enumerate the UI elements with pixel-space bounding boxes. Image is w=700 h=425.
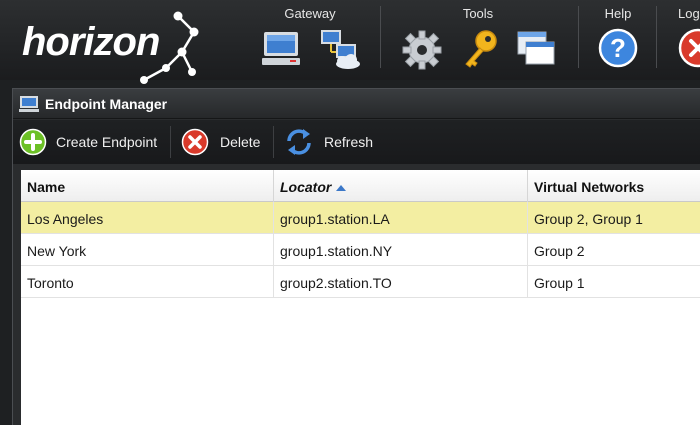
cell-virtual-networks: Group 1: [534, 275, 585, 291]
tools-label: Tools: [462, 6, 494, 21]
top-bar: horizon Gateway Tools Help ? Log: [0, 0, 700, 84]
monitor-icon: [19, 96, 39, 112]
column-header-virtual-networks[interactable]: Virtual Networks: [528, 170, 700, 202]
network-icon[interactable]: [318, 26, 362, 70]
create-endpoint-label: Create Endpoint: [56, 134, 158, 150]
cell-locator: group1.station.LA: [274, 202, 528, 234]
endpoint-grid: Name Locator Virtual Networks Los Angele…: [21, 170, 700, 425]
column-header-label: Name: [27, 179, 66, 195]
help-label: Help: [604, 6, 632, 21]
toolbar-divider: [170, 126, 171, 158]
refresh-button[interactable]: Refresh: [284, 128, 384, 156]
gateway-group: Gateway: [248, 0, 372, 80]
cell-locator: group2.station.TO: [274, 266, 528, 298]
cell-name: Los Angeles: [21, 202, 274, 234]
refresh-label: Refresh: [324, 134, 374, 150]
cell-locator: group1.station.NY: [274, 234, 528, 266]
horizon-logo: horizon: [22, 11, 202, 84]
header-divider: [380, 6, 381, 68]
endpoint-toolbar: Create Endpoint Delete Refresh: [13, 120, 700, 164]
gateway-label: Gateway: [284, 6, 336, 21]
logout-group: Log: [664, 0, 700, 80]
logo-network-icon: [140, 11, 199, 84]
column-header-label: Virtual Networks: [534, 179, 645, 195]
table-row[interactable]: Toronto group2.station.TO Group 1: [21, 266, 700, 298]
create-endpoint-button[interactable]: Create Endpoint: [19, 128, 165, 156]
delete-icon: [181, 128, 209, 156]
grid-header: Name Locator Virtual Networks: [21, 170, 700, 202]
panel-title: Endpoint Manager: [45, 96, 168, 112]
windows-icon[interactable]: [514, 26, 558, 70]
monitor-icon[interactable]: [260, 26, 304, 70]
gear-icon[interactable]: [400, 26, 444, 70]
cell-virtual-networks: Group 2: [534, 243, 585, 259]
key-icon[interactable]: [458, 26, 502, 70]
column-header-name[interactable]: Name: [21, 170, 274, 202]
logout-icon[interactable]: [676, 26, 700, 70]
table-row[interactable]: New York group1.station.NY Group 2: [21, 234, 700, 266]
tools-group: Tools: [388, 0, 568, 80]
column-header-label: Locator: [280, 179, 332, 195]
cell-virtual-networks: Group 2, Group 1: [534, 211, 643, 227]
toolbar-divider: [273, 126, 274, 158]
logout-label: Log: [678, 6, 700, 21]
column-header-locator[interactable]: Locator: [274, 170, 528, 202]
refresh-icon: [287, 129, 311, 155]
endpoint-manager-panel: Endpoint Manager Create Endpoint Delete: [12, 88, 700, 425]
header-divider: [656, 6, 657, 68]
header-divider: [578, 6, 579, 68]
table-row[interactable]: Los Angeles group1.station.LA Group 2, G…: [21, 202, 700, 234]
cell-name: New York: [21, 234, 274, 266]
help-group: Help ?: [588, 0, 648, 80]
delete-button[interactable]: Delete: [181, 128, 265, 156]
delete-label: Delete: [220, 134, 261, 150]
help-icon[interactable]: ?: [596, 26, 640, 70]
cell-name: Toronto: [21, 266, 274, 298]
panel-title-bar[interactable]: Endpoint Manager: [13, 89, 700, 119]
add-icon: [19, 128, 47, 156]
sort-ascending-icon: [336, 185, 347, 192]
svg-text:?: ?: [610, 33, 626, 63]
